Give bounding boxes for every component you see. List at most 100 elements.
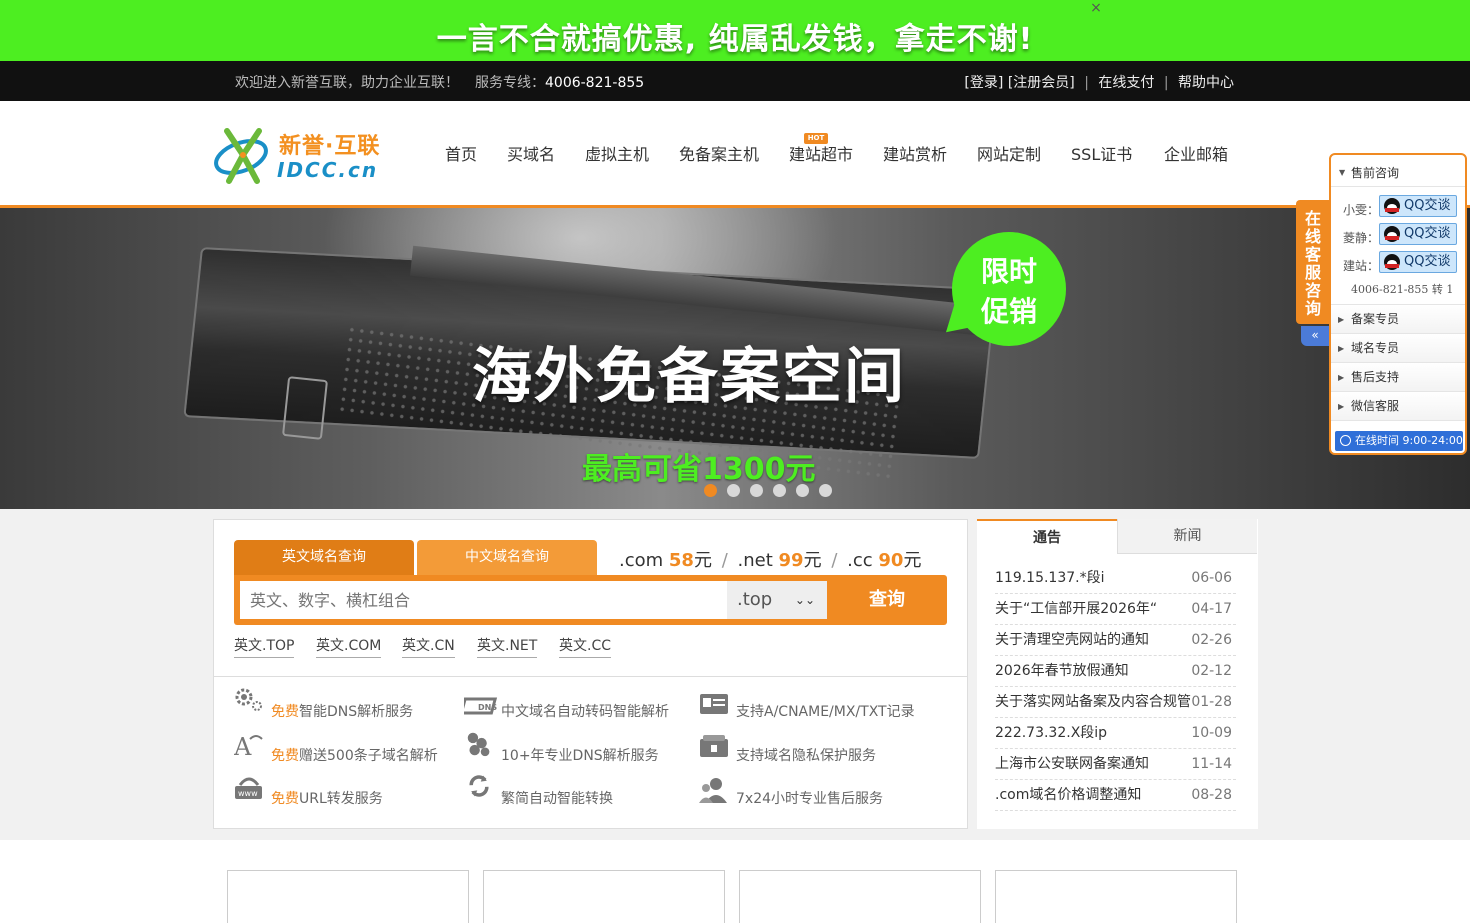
carousel-dot[interactable]: [773, 484, 786, 497]
promo-text: 一言不合就搞优惠, 纯属乱发钱，拿走不谢!: [436, 22, 1034, 57]
section-wechat[interactable]: ▶ 微信客服: [1331, 392, 1465, 421]
hotline-label: 服务专线：: [475, 75, 545, 91]
qq-agent-row: 菱静： QQ交谈: [1331, 221, 1465, 249]
triangle-right-icon: ▶: [1338, 373, 1345, 382]
welcome-text: 欢迎进入新誉互联，助力企业互联！: [235, 75, 459, 91]
feature-list: 免费智能DNS解析服务 A 免费赠送500条子域名解析 www 免费URL转发服…: [214, 676, 967, 828]
carousel-dot[interactable]: [704, 484, 717, 497]
section-domain[interactable]: ▶ 域名专员: [1331, 334, 1465, 363]
quick-link-cn[interactable]: 英文.CN: [402, 635, 455, 658]
online-pay-link[interactable]: 在线支付: [1098, 75, 1154, 91]
nav-enterprise-mail[interactable]: 企业邮箱: [1164, 141, 1228, 165]
quick-link-cc[interactable]: 英文.CC: [559, 635, 612, 658]
search-button[interactable]: 查询: [834, 581, 940, 619]
bubble-line-2: 促销: [980, 295, 1037, 328]
domain-prices: .com 58元 / .net 99元 / .cc 90元: [619, 546, 921, 572]
separator: |: [1163, 75, 1169, 91]
news-item[interactable]: 关于“工信部开展2026年“ 04-17: [995, 594, 1236, 625]
domain-suffix-select[interactable]: .top ⌄⌄: [727, 581, 827, 619]
qq-chat-button[interactable]: QQ交谈: [1379, 195, 1457, 217]
nav-buy-domain[interactable]: 买域名: [507, 141, 555, 165]
help-center-link[interactable]: 帮助中心: [1178, 75, 1234, 91]
collapse-icon[interactable]: «: [1301, 326, 1329, 346]
main-nav: 首页 买域名 虚拟主机 免备案主机 建站超市 HOT 建站赏析 网站定制 SSL…: [0, 133, 1470, 165]
svg-text:A: A: [234, 733, 252, 759]
product-card[interactable]: [739, 870, 981, 923]
tab-cn-domain[interactable]: 中文域名查询: [417, 540, 597, 575]
nav-virtual-host[interactable]: 虚拟主机: [585, 141, 649, 165]
free-label: 免费: [271, 791, 299, 807]
feature-item: 7x24小时专业售后服务: [736, 788, 883, 808]
carousel-dot[interactable]: [727, 484, 740, 497]
lower-section: [0, 840, 1470, 923]
quick-link-com[interactable]: 英文.COM: [316, 635, 382, 658]
feature-text: 中文域名自动转码智能解析: [501, 704, 669, 720]
tab-news[interactable]: 新闻: [1117, 519, 1257, 554]
price-net: 99: [778, 550, 804, 571]
clock-icon: [1340, 435, 1351, 446]
nav-custom-site[interactable]: 网站定制: [977, 141, 1041, 165]
nav-home[interactable]: 首页: [445, 141, 477, 165]
feature-text: 支持A/CNAME/MX/TXT记录: [736, 704, 915, 720]
nav-no-filing-host[interactable]: 免备案主机: [679, 141, 759, 165]
triangle-down-icon: ▼: [1339, 168, 1346, 177]
tab-notice[interactable]: 通告: [977, 519, 1117, 554]
news-item[interactable]: 119.15.137.*段i 06-06: [995, 563, 1236, 594]
section-after-sales[interactable]: ▶ 售后支持: [1331, 363, 1465, 392]
qq-chat-label: QQ交谈: [1404, 198, 1451, 213]
online-service-tab-label: 在线客服咨询: [1304, 209, 1321, 318]
online-service-tab[interactable]: 在线客服咨询: [1296, 200, 1330, 324]
quick-link-net[interactable]: 英文.NET: [477, 635, 538, 658]
nav-site-showcase[interactable]: 建站赏析: [883, 141, 947, 165]
news-item[interactable]: 222.73.32.X段ip 10-09: [995, 718, 1236, 749]
news-item[interactable]: 上海市公安联网备案通知 11-14: [995, 749, 1236, 780]
news-title: 119.15.137.*段i: [995, 570, 1105, 586]
feature-item: 繁简自动智能转换: [501, 788, 613, 808]
top-links: [登录] [注册会员] | 在线支付 | 帮助中心: [964, 72, 1234, 92]
service-phone: 4006-821-855 转 1: [1331, 277, 1465, 305]
record-card-icon: [700, 694, 728, 714]
qq-scarf: [1385, 208, 1399, 212]
news-item[interactable]: 2026年春节放假通知 02-12: [995, 656, 1236, 687]
qq-chat-button[interactable]: QQ交谈: [1379, 223, 1457, 245]
quick-link-top[interactable]: 英文.TOP: [234, 635, 295, 658]
section-filing[interactable]: ▶ 备案专员: [1331, 305, 1465, 334]
carousel-dot[interactable]: [750, 484, 763, 497]
carousel-dot[interactable]: [819, 484, 832, 497]
domain-search-input[interactable]: [240, 581, 727, 619]
qq-chat-button[interactable]: QQ交谈: [1379, 251, 1457, 273]
product-card[interactable]: [483, 870, 725, 923]
hero-banner[interactable]: 海外免备案空间 最高可省1300元 限时 促销: [0, 208, 1470, 509]
nav-ssl[interactable]: SSL证书: [1071, 141, 1132, 165]
login-link[interactable]: [登录]: [964, 75, 1003, 91]
register-link[interactable]: [注册会员]: [1008, 75, 1075, 91]
news-title: 上海市公安联网备案通知: [995, 756, 1149, 772]
close-icon[interactable]: ×: [1089, 0, 1103, 16]
privacy-lock-icon: [700, 735, 728, 757]
news-item[interactable]: 关于落实网站备案及内容合规管 01-28: [995, 687, 1236, 718]
qq-chat-label: QQ交谈: [1404, 226, 1451, 241]
news-item[interactable]: .com域名价格调整通知 08-28: [995, 780, 1236, 811]
server-handle: [281, 376, 329, 440]
product-card[interactable]: [227, 870, 469, 923]
free-label: 免费: [271, 704, 299, 720]
news-item[interactable]: 关于清理空壳网站的通知 02-26: [995, 625, 1236, 656]
tab-en-domain[interactable]: 英文域名查询: [234, 540, 414, 575]
site-header: 新誉·互联 IDCC.cn 首页 买域名 虚拟主机 免备案主机 建站超市 HOT…: [0, 101, 1470, 207]
product-card[interactable]: [995, 870, 1237, 923]
qq-agent-row: 建站： QQ交谈: [1331, 249, 1465, 277]
carousel-dot[interactable]: [796, 484, 809, 497]
qq-chat-label: QQ交谈: [1404, 254, 1451, 269]
promo-bar[interactable]: 一言不合就搞优惠, 纯属乱发钱，拿走不谢! ×: [0, 0, 1470, 61]
news-date: 01-28: [1191, 694, 1232, 710]
feature-text: 智能DNS解析服务: [299, 704, 414, 720]
free-label: 免费: [271, 748, 299, 764]
presale-header[interactable]: ▼ 售前咨询: [1331, 155, 1465, 187]
news-title: 关于“工信部开展2026年“: [995, 601, 1158, 617]
price-com: 58: [668, 550, 694, 571]
svg-text:DNS: DNS: [478, 703, 497, 712]
server-cluster-icon: [467, 732, 490, 757]
news-title: 222.73.32.X段ip: [995, 725, 1108, 741]
nav-site-market[interactable]: 建站超市: [789, 141, 853, 165]
price-ext-net: .net: [737, 550, 773, 571]
